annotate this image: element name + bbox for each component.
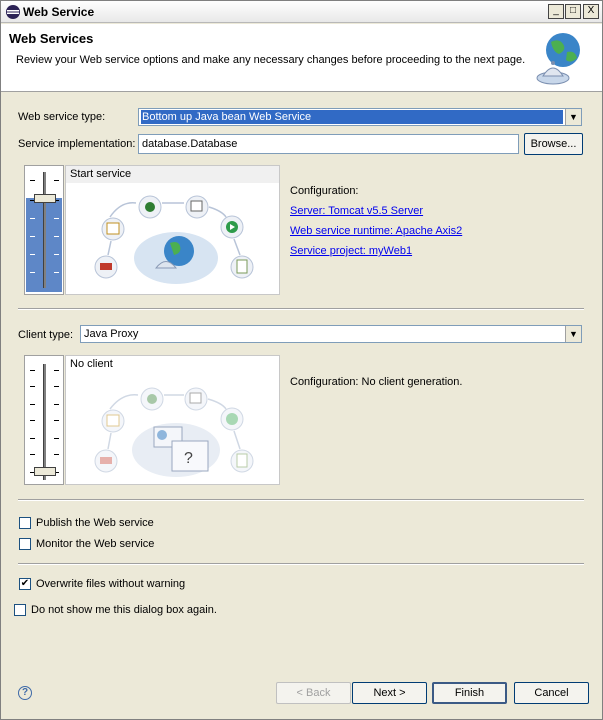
service-config-title: Configuration: [290,185,359,197]
tick [54,420,59,421]
client-type-value: Java Proxy [84,328,139,340]
client-lifecycle-illustration: ? [94,387,254,477]
tick [54,386,59,387]
publish-label: Publish the Web service [36,517,154,529]
tick [54,254,59,255]
browse-button[interactable]: Browse... [524,133,583,155]
server-link[interactable]: Server: Tomcat v5.5 Server [290,205,423,217]
service-slider-thumb[interactable] [34,194,56,203]
tick [30,218,35,219]
minimize-button[interactable]: _ [548,4,564,19]
runtime-link[interactable]: Web service runtime: Apache Axis2 [290,225,462,237]
chevron-down-icon[interactable]: ▼ [565,109,581,125]
tick [30,254,35,255]
service-type-label: Web service type: [18,111,106,123]
client-level-label: No client [66,356,279,373]
title-bar[interactable]: Web Service _ □ X [1,1,602,23]
finish-button[interactable]: Finish [432,682,507,704]
client-type-label: Client type: [18,329,74,341]
service-lifecycle-illustration [94,195,254,284]
tick [30,370,35,371]
client-slider-track [43,364,46,480]
service-slider[interactable] [24,165,64,295]
client-slider[interactable] [24,355,64,485]
service-impl-label: Service implementation: [18,138,136,150]
service-slider-track [43,172,46,288]
tick [30,180,35,181]
service-type-value: Bottom up Java bean Web Service [141,110,563,124]
separator [18,499,584,501]
service-type-dropdown[interactable]: Bottom up Java bean Web Service ▼ [138,108,582,126]
back-button[interactable]: < Back [276,682,351,704]
web-service-globe-icon [536,33,580,85]
dont-show-checkbox[interactable] [14,604,26,616]
client-diagram: No client ? [65,355,280,485]
monitor-label: Monitor the Web service [36,538,155,550]
overwrite-label: Overwrite files without warning [36,578,186,590]
tick [30,272,35,273]
svg-text:?: ? [184,450,193,467]
tick [54,236,59,237]
tick [54,180,59,181]
service-impl-input[interactable]: database.Database [138,134,519,154]
tick [54,272,59,273]
tick [30,454,35,455]
tick [54,370,59,371]
service-project-link[interactable]: Service project: myWeb1 [290,245,412,257]
tick [54,218,59,219]
service-level-label: Start service [66,166,279,183]
close-button[interactable]: X [583,4,599,19]
tick [54,404,59,405]
client-config-text: Configuration: No client generation. [290,376,463,388]
web-service-dialog: Web Service _ □ X Web Services Review yo… [0,0,603,720]
service-diagram: Start service [65,165,280,295]
next-button[interactable]: Next > [352,682,427,704]
tick [54,454,59,455]
page-title: Web Services [9,31,94,46]
overwrite-checkbox[interactable]: ✔ [19,578,31,590]
tick [54,438,59,439]
window-title: Web Service [23,5,95,19]
tick [30,438,35,439]
cancel-button[interactable]: Cancel [514,682,589,704]
client-slider-thumb[interactable] [34,467,56,476]
tick [30,420,35,421]
tick [30,386,35,387]
tick [30,236,35,237]
publish-checkbox[interactable] [19,517,31,529]
dont-show-label: Do not show me this dialog box again. [31,604,217,616]
help-icon[interactable]: ? [18,686,32,700]
eclipse-icon [6,5,20,19]
chevron-down-icon[interactable]: ▼ [565,326,581,342]
client-type-dropdown[interactable]: Java Proxy ▼ [80,325,582,343]
separator [18,308,584,310]
page-description: Review your Web service options and make… [16,54,526,66]
monitor-checkbox[interactable] [19,538,31,550]
separator [18,563,584,565]
wizard-banner: Web Services Review your Web service opt… [1,24,602,92]
tick [30,404,35,405]
maximize-button[interactable]: □ [565,4,581,19]
